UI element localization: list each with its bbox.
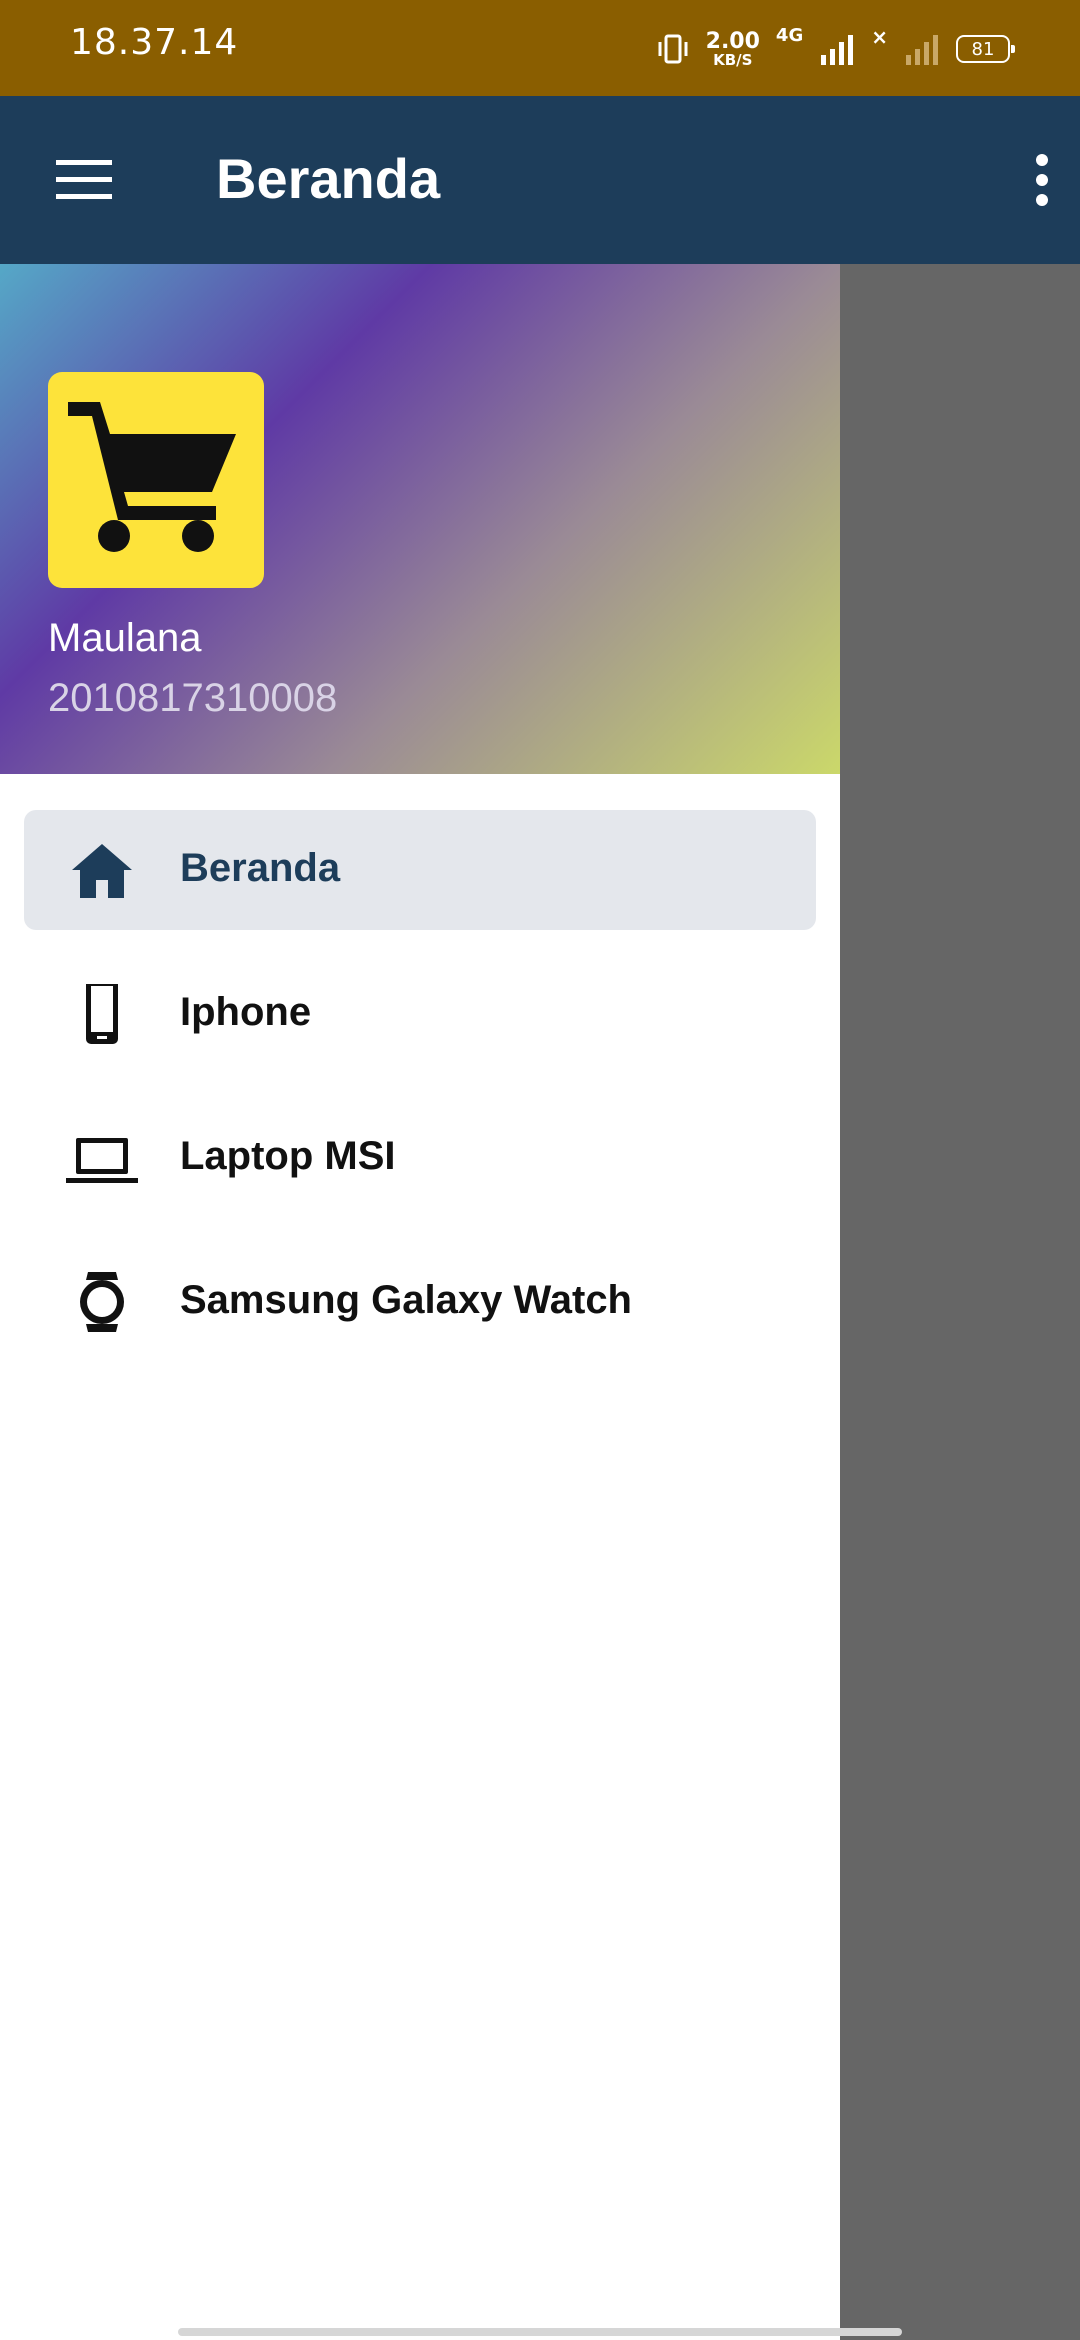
more-options-icon[interactable] — [1034, 152, 1050, 208]
status-time: 18.37.14 — [70, 22, 239, 63]
nav-item-label: Beranda — [180, 846, 341, 890]
net-speed: 2.00 KB/S — [705, 28, 760, 69]
user-name: Maulana — [48, 616, 202, 660]
nav-item-laptop-msi[interactable]: Laptop MSI — [24, 1098, 816, 1218]
battery-icon: 81 — [956, 35, 1015, 63]
net-speed-unit: KB/S — [713, 50, 753, 69]
vibrate-icon — [658, 34, 688, 64]
nav-item-label: Iphone — [180, 990, 312, 1034]
laptop-icon — [66, 1138, 138, 1183]
signal-weak-icon — [906, 35, 938, 65]
home-icon — [72, 844, 132, 898]
network-type: 4G — [775, 24, 804, 46]
status-icons: 2.00 KB/S 4G × 81 — [656, 22, 1015, 76]
signal-strength-icon — [821, 35, 854, 65]
nav-item-beranda[interactable]: Beranda — [24, 810, 816, 930]
nav-item-label: Samsung Galaxy Watch — [180, 1278, 632, 1322]
drawer-header: Maulana 2010817310008 — [0, 264, 840, 774]
shopping-cart-icon — [68, 402, 236, 552]
status-bar: 18.37.14 2.00 KB/S 4G × 81 — [0, 0, 1080, 96]
battery-level: 81 — [971, 38, 995, 60]
user-id: 2010817310008 — [48, 676, 338, 720]
nav-item-samsung-galaxy-watch[interactable]: Samsung Galaxy Watch — [24, 1242, 816, 1362]
avatar — [48, 372, 264, 588]
page-title: Beranda — [216, 147, 441, 210]
no-signal-mark: × — [871, 25, 888, 49]
net-speed-value: 2.00 — [705, 28, 760, 54]
nav-item-iphone[interactable]: Iphone — [24, 954, 816, 1074]
watch-icon — [80, 1272, 124, 1332]
menu-icon[interactable] — [56, 160, 112, 200]
gesture-navigation-bar[interactable] — [178, 2328, 902, 2336]
navigation-drawer: Maulana 2010817310008 Beranda Iphone Lap… — [0, 264, 840, 2340]
app-bar: Beranda — [0, 96, 1080, 264]
phone-icon — [86, 984, 118, 1044]
nav-item-label: Laptop MSI — [180, 1134, 396, 1178]
